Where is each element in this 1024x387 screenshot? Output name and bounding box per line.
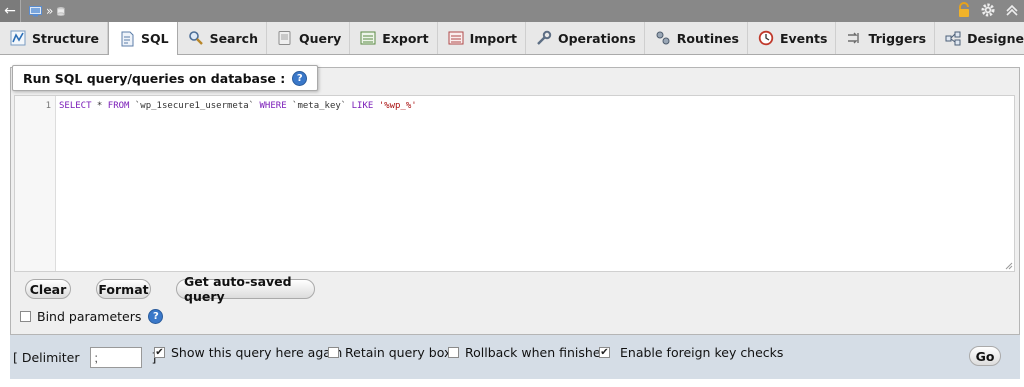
export-icon <box>360 31 376 45</box>
tab-label: Operations <box>557 30 636 46</box>
collapse-up-icon[interactable] <box>1004 2 1020 18</box>
tab-label: Designer <box>967 30 1024 46</box>
tab-import[interactable]: Import <box>438 22 526 54</box>
show-query-option: ✔ Show this query here again <box>154 345 342 360</box>
search-icon <box>188 31 203 45</box>
tab-structure[interactable]: Structure <box>0 22 108 54</box>
retain-query-box-option: Retain query box <box>328 345 451 360</box>
triggers-icon <box>848 32 860 44</box>
delimiter-label: [ Delimiter <box>13 350 80 365</box>
tab-label: Search <box>209 30 258 46</box>
tab-search[interactable]: Search <box>178 22 267 54</box>
line-number: 1 <box>45 101 51 111</box>
tab-bar: Structure SQL Search Query Export Import… <box>0 22 1024 55</box>
sql-keyword-where: WHERE <box>259 101 287 111</box>
tab-label: Triggers <box>868 30 927 46</box>
collapse-arrow-icon[interactable]: ← <box>0 0 21 22</box>
breadcrumb-separator: » <box>46 4 54 18</box>
panel-legend: Run SQL query/queries on database : ? <box>12 65 319 91</box>
tab-routines[interactable]: Routines <box>645 22 748 54</box>
query-icon <box>278 31 291 45</box>
tab-label: SQL <box>140 31 169 46</box>
tab-events[interactable]: Events <box>748 22 837 54</box>
resize-handle-icon[interactable] <box>1005 262 1013 270</box>
format-button[interactable]: Format <box>96 279 151 299</box>
lock-icon[interactable] <box>956 2 972 18</box>
sql-column-name: `meta_key` <box>286 101 352 111</box>
tab-label: Import <box>469 30 517 46</box>
database-icon[interactable] <box>57 6 67 17</box>
foreign-key-option: ✔ Enable foreign key checks <box>599 345 783 360</box>
panel-title: Run SQL query/queries on database : <box>23 70 286 86</box>
retain-query-box-label: Retain query box <box>345 345 452 360</box>
delimiter-group: [ Delimiter ] <box>13 347 156 368</box>
tab-label: Query <box>298 30 342 46</box>
show-query-label: Show this query here again <box>171 345 343 360</box>
sql-keyword-like: LIKE <box>351 101 374 111</box>
import-icon <box>448 31 464 45</box>
show-query-checkbox[interactable]: ✔ <box>154 347 165 358</box>
tab-export[interactable]: Export <box>350 22 438 54</box>
tab-triggers[interactable]: Triggers <box>836 22 936 54</box>
wrench-icon <box>537 30 552 45</box>
sql-keyword-select: SELECT <box>59 101 92 111</box>
sql-star: * <box>91 101 108 111</box>
tab-label: Routines <box>676 30 739 46</box>
tab-operations[interactable]: Operations <box>526 22 645 54</box>
tab-sql[interactable]: SQL <box>107 22 178 55</box>
breadcrumb: » <box>29 5 67 17</box>
delimiter-input[interactable] <box>89 347 142 368</box>
designer-icon <box>945 31 961 46</box>
tab-label: Events <box>779 30 828 46</box>
rollback-option: Rollback when finished <box>448 345 608 360</box>
bind-parameters-checkbox[interactable] <box>20 311 31 322</box>
bind-parameters-row: Bind parameters ? <box>20 309 164 324</box>
help-icon[interactable]: ? <box>292 70 308 86</box>
gear-icon[interactable] <box>980 2 996 18</box>
tab-label: Export <box>382 30 429 46</box>
bind-parameters-label: Bind parameters <box>37 309 142 324</box>
line-gutter: 1 <box>15 96 56 271</box>
get-auto-saved-query-button[interactable]: Get auto-saved query <box>176 274 315 304</box>
server-icon[interactable] <box>29 5 42 17</box>
rollback-checkbox[interactable] <box>448 347 459 358</box>
go-button[interactable]: Go <box>969 346 1001 366</box>
sql-query-text[interactable]: SELECT * FROM `wp_1secure1_usermeta` WHE… <box>59 101 417 111</box>
query-options-bar: [ Delimiter ] ✔ Show this query here aga… <box>10 334 1020 379</box>
top-navigation-bar: ← » <box>0 0 1024 22</box>
tab-label: Structure <box>32 30 99 46</box>
sql-keyword-from: FROM <box>107 101 130 111</box>
foreign-key-checkbox[interactable]: ✔ <box>599 347 610 358</box>
sql-icon <box>121 31 134 46</box>
help-icon[interactable]: ? <box>148 309 164 324</box>
tab-designer[interactable]: Designer <box>935 22 1024 54</box>
routines-icon <box>656 31 670 45</box>
sql-table-name: `wp_1secure1_usermeta` <box>129 101 260 111</box>
sql-editor[interactable]: 1 SELECT * FROM `wp_1secure1_usermeta` W… <box>14 95 1015 272</box>
foreign-key-label: Enable foreign key checks <box>620 345 784 360</box>
sql-string-value: '%wp_%' <box>373 101 417 111</box>
retain-query-box-checkbox[interactable] <box>328 347 339 358</box>
structure-icon <box>10 30 26 46</box>
rollback-label: Rollback when finished <box>465 345 609 360</box>
tab-query[interactable]: Query <box>267 22 351 54</box>
clear-button[interactable]: Clear <box>25 279 71 299</box>
clock-icon <box>758 30 774 46</box>
